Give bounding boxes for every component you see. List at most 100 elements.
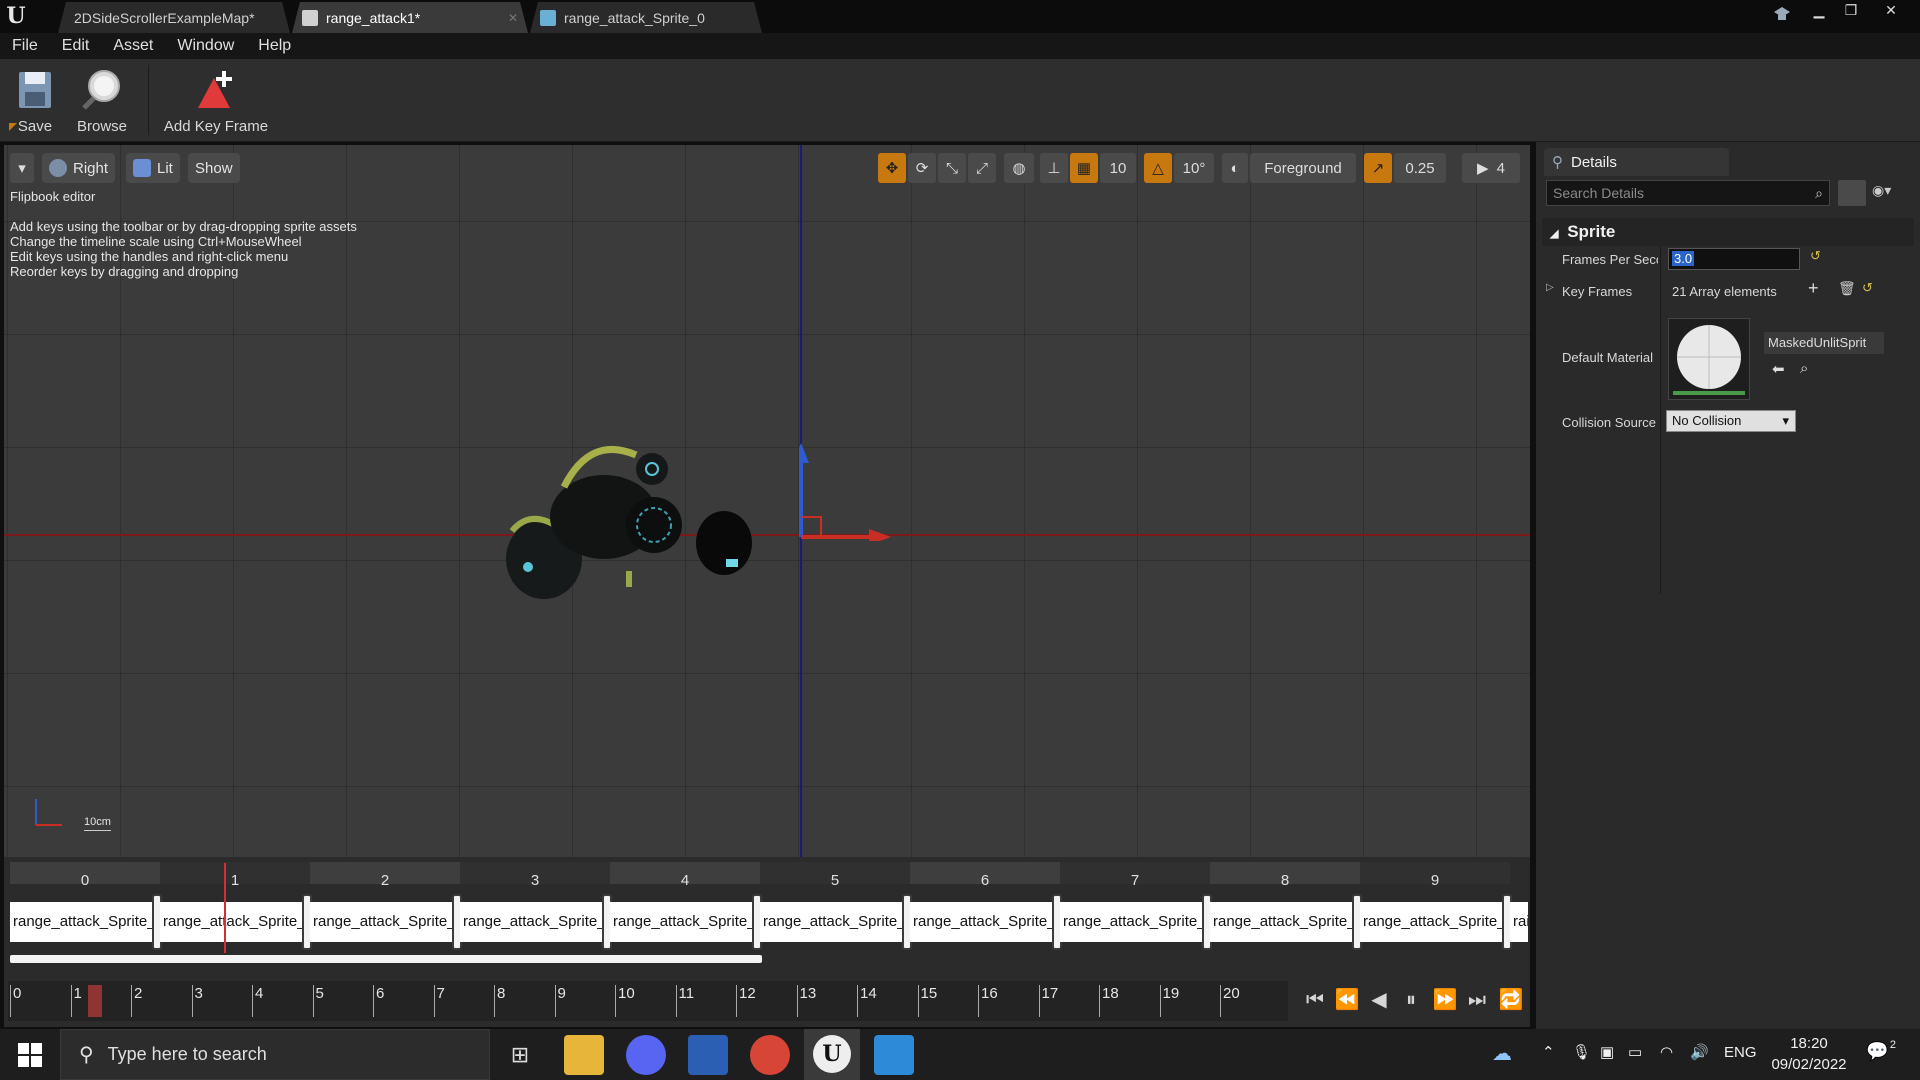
menu-window[interactable]: Window (165, 33, 246, 59)
close-window-button[interactable]: ✕ (1876, 0, 1906, 22)
view-mode-button[interactable]: Right (42, 153, 116, 183)
word-icon[interactable] (688, 1035, 728, 1075)
category-sprite[interactable]: ◢ Sprite (1542, 218, 1914, 246)
microphone-icon[interactable]: 🎙 (1572, 1043, 1591, 1061)
step-forward-icon[interactable]: ⏩ (1432, 987, 1458, 1013)
network-icon[interactable]: ◠ (1660, 1043, 1673, 1061)
key-frame-cell[interactable]: range_attack_Sprite_9 (1360, 902, 1506, 942)
notifications-icon[interactable]: 💬 2 (1866, 1039, 1896, 1069)
grid-snap-value[interactable]: 10 (1100, 153, 1136, 183)
menu-edit[interactable]: Edit (50, 33, 102, 59)
scale-mode-icon[interactable]: ⤡ (938, 153, 966, 183)
ruler-tick (978, 985, 979, 1017)
menu-asset[interactable]: Asset (101, 33, 165, 59)
add-key-frame-icon (194, 68, 238, 112)
task-view-icon[interactable]: ⊞ (500, 1035, 540, 1075)
play-reverse-icon[interactable]: ◀ (1366, 987, 1392, 1013)
loop-icon[interactable]: 🔁 (1498, 987, 1524, 1013)
battery-icon[interactable]: ▭ (1628, 1043, 1642, 1061)
reset-key-frames-icon[interactable]: ↺ (1862, 280, 1873, 296)
tab-details[interactable]: ⚲ Details (1544, 148, 1729, 176)
timeline-scrollbar[interactable] (10, 955, 762, 963)
transform-gizmo[interactable] (793, 441, 895, 545)
view-options-eye-icon[interactable]: ◉▾ (1872, 182, 1912, 204)
scale-gizmo-icon[interactable]: ⤢ (968, 153, 996, 183)
layer-icon[interactable]: ◐ (1222, 153, 1248, 183)
file-explorer-icon[interactable] (564, 1035, 604, 1075)
material-dropdown[interactable]: MaskedUnlitSprit (1764, 332, 1884, 354)
reset-to-default-icon[interactable]: ↺ (1810, 248, 1821, 264)
add-key-frame-button[interactable]: Add Key Frame (160, 63, 272, 139)
key-frame-cell[interactable]: range_attack_Sprite_3 (460, 902, 606, 942)
clock-date[interactable]: 09/02/2022 (1768, 1056, 1850, 1073)
browse-button[interactable]: Browse (72, 63, 132, 139)
world-space-icon[interactable]: ◍ (1004, 153, 1034, 183)
tab-range-attack-sprite-0[interactable]: range_attack_Sprite_0 (530, 2, 762, 33)
learn-icon[interactable] (1772, 4, 1792, 24)
unreal-taskbar-icon[interactable]: U (804, 1029, 860, 1080)
flipbook-viewport[interactable]: ▾ Right Lit Show ✥ ⟳ ⤡ ⤢ ◍ ⊥ ▦ 10 △ 10° … (4, 145, 1530, 857)
taskbar-search-input[interactable]: ⚲ Type here to search (60, 1029, 490, 1080)
rotation-snap-icon[interactable]: △ (1144, 153, 1172, 183)
discord-icon[interactable] (626, 1035, 666, 1075)
grid-snap-icon[interactable]: ▦ (1070, 153, 1098, 183)
tab-range-attack1[interactable]: range_attack1* ✕ (292, 2, 528, 33)
material-thumbnail[interactable] (1668, 318, 1750, 400)
expand-arrow-icon[interactable]: ▷ (1546, 282, 1554, 293)
clock-time[interactable]: 18:20 (1770, 1035, 1848, 1052)
onedrive-icon[interactable]: ☁ (1492, 1041, 1522, 1065)
minimize-button[interactable]: ▁ (1804, 0, 1834, 22)
photos-icon[interactable] (874, 1035, 914, 1075)
jump-to-end-icon[interactable]: ⏭ (1464, 987, 1490, 1013)
ruler-tick (1159, 985, 1161, 1017)
display-icon[interactable]: ▣ (1600, 1043, 1614, 1061)
sprite-preview[interactable] (500, 431, 758, 617)
key-frame-cell[interactable]: range_attack_Sprite_0 (10, 902, 156, 942)
menu-help[interactable]: Help (246, 33, 303, 59)
restore-button[interactable]: ❐ (1836, 0, 1866, 22)
close-tab-icon[interactable]: ✕ (508, 11, 518, 25)
key-frame-cell[interactable]: range_attack_Sprite_7 (1060, 902, 1206, 942)
fps-input[interactable]: 3.0 (1668, 248, 1800, 270)
tray-chevron-icon[interactable]: ⌃ (1542, 1043, 1555, 1061)
property-matrix-icon[interactable] (1838, 180, 1866, 206)
save-button[interactable]: Save (8, 63, 62, 139)
key-frame-cell[interactable]: range_attack_Sprite_2 (310, 902, 456, 942)
camera-speed-button[interactable]: ▶ 4 (1462, 153, 1520, 183)
viewport-options-button[interactable]: ▾ (10, 153, 34, 183)
step-back-icon[interactable]: ⏪ (1334, 987, 1360, 1013)
unreal-logo-icon[interactable]: U (2, 2, 30, 30)
volume-icon[interactable]: 🔊 (1690, 1043, 1709, 1061)
key-frame-cell[interactable]: range_attack_Sprite_1 (160, 902, 306, 942)
key-frame-cell[interactable]: range_attack_Sprite_6 (910, 902, 1056, 942)
lighting-mode-button[interactable]: Lit (126, 153, 180, 183)
key-frame-cell[interactable]: rai (1510, 902, 1528, 942)
chrome-icon[interactable] (750, 1035, 790, 1075)
key-frame-cell[interactable]: range_attack_Sprite_5 (760, 902, 906, 942)
tab-2dsidescrollerexamplemap[interactable]: 2DSideScrollerExampleMap* (58, 2, 290, 33)
playhead-line[interactable] (224, 863, 226, 953)
key-frame-cell[interactable]: range_attack_Sprite_8 (1210, 902, 1356, 942)
current-frame-marker[interactable] (88, 985, 102, 1017)
scale-snap-value[interactable]: 0.25 (1394, 153, 1446, 183)
rotate-mode-icon[interactable]: ⟳ (908, 153, 936, 183)
translate-mode-icon[interactable]: ✥ (878, 153, 906, 183)
details-search-input[interactable]: Search Details ⌕ (1546, 180, 1830, 206)
pause-icon[interactable]: ⏸ (1398, 987, 1424, 1013)
surface-snap-icon[interactable]: ⊥ (1040, 153, 1068, 183)
rotation-snap-value[interactable]: 10° (1174, 153, 1214, 183)
camera-icon (49, 159, 67, 177)
layer-dropdown[interactable]: Foreground (1250, 153, 1356, 183)
use-selected-asset-icon[interactable]: ⬅ (1772, 360, 1785, 378)
show-button[interactable]: Show (188, 153, 240, 183)
browse-asset-icon[interactable]: ⌕ (1800, 360, 1808, 377)
collision-source-dropdown[interactable]: No Collision ▾ (1666, 410, 1796, 432)
menu-file[interactable]: File (0, 33, 50, 59)
scale-snap-icon[interactable]: ↗ (1364, 153, 1392, 183)
delete-elements-icon[interactable]: 🗑 (1838, 280, 1856, 297)
key-frame-cell[interactable]: range_attack_Sprite_4 (610, 902, 756, 942)
add-element-icon[interactable]: + (1808, 278, 1819, 299)
jump-to-start-icon[interactable]: ⏮ (1302, 987, 1328, 1013)
windows-start-icon[interactable] (18, 1043, 42, 1067)
language-indicator[interactable]: ENG (1724, 1044, 1757, 1061)
